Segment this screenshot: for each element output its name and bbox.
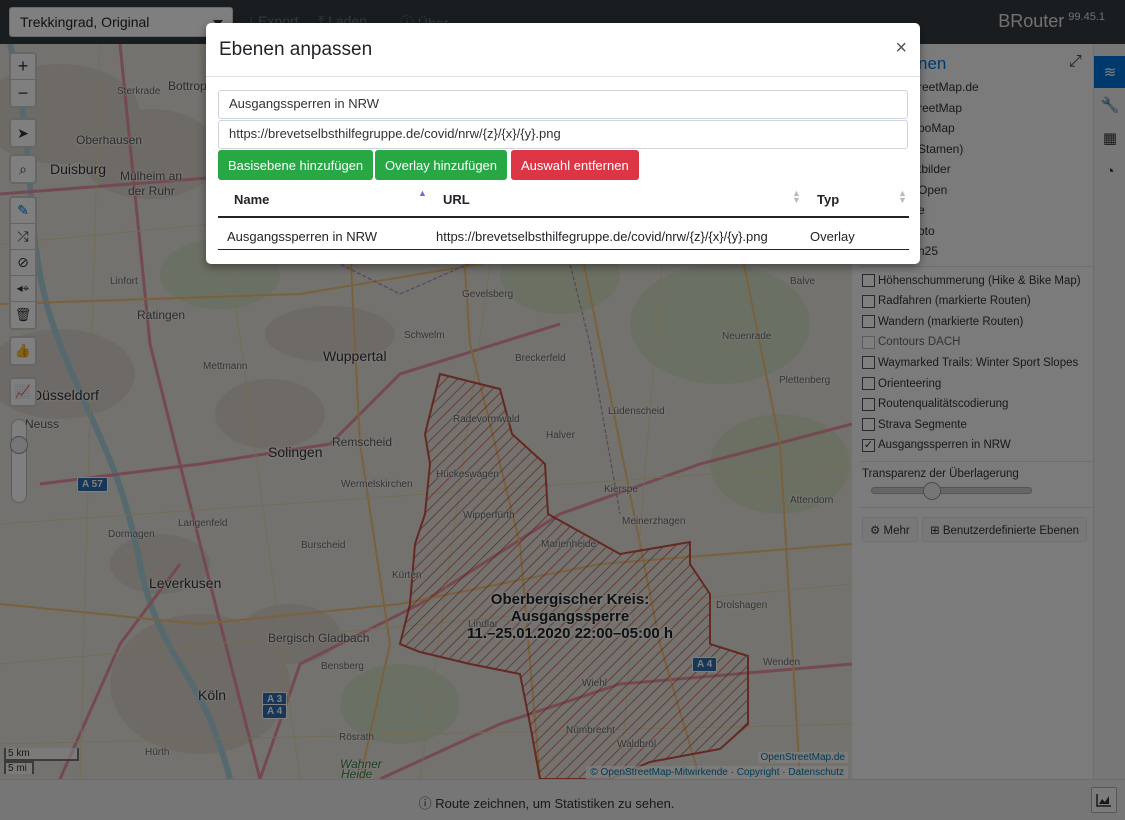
sort-icon: ▲ ▼ [898, 188, 907, 205]
modal-title: Ebenen anpassen [219, 39, 373, 60]
cell-url: https://brevetselbsthilfegruppe.de/covid… [436, 229, 768, 244]
column-header-name[interactable]: Name [234, 192, 269, 207]
customize-layers-modal: Ebenen anpassen × Ausgangssperren in NRW… [206, 23, 920, 264]
divider [206, 76, 920, 77]
add-base-layer-button[interactable]: Basisebene hinzufügen [218, 150, 374, 180]
layer-url-input[interactable]: https://brevetselbsthilfegruppe.de/covid… [218, 120, 908, 149]
sort-icon: ▲ ▼ [792, 188, 801, 205]
table-header-border [218, 216, 909, 218]
table-row-border [218, 249, 909, 250]
column-header-url[interactable]: URL [443, 192, 470, 207]
column-header-type[interactable]: Typ [817, 192, 839, 207]
sort-ascending-icon: ▲ [418, 188, 427, 198]
add-overlay-button[interactable]: Overlay hinzufügen [375, 150, 508, 180]
cell-type: Overlay [810, 229, 855, 244]
cell-name: Ausgangssperren in NRW [227, 229, 378, 244]
remove-selection-button[interactable]: Auswahl entfernen [511, 150, 639, 180]
layer-name-input[interactable]: Ausgangssperren in NRW [218, 90, 908, 119]
close-icon[interactable]: × [895, 37, 907, 60]
